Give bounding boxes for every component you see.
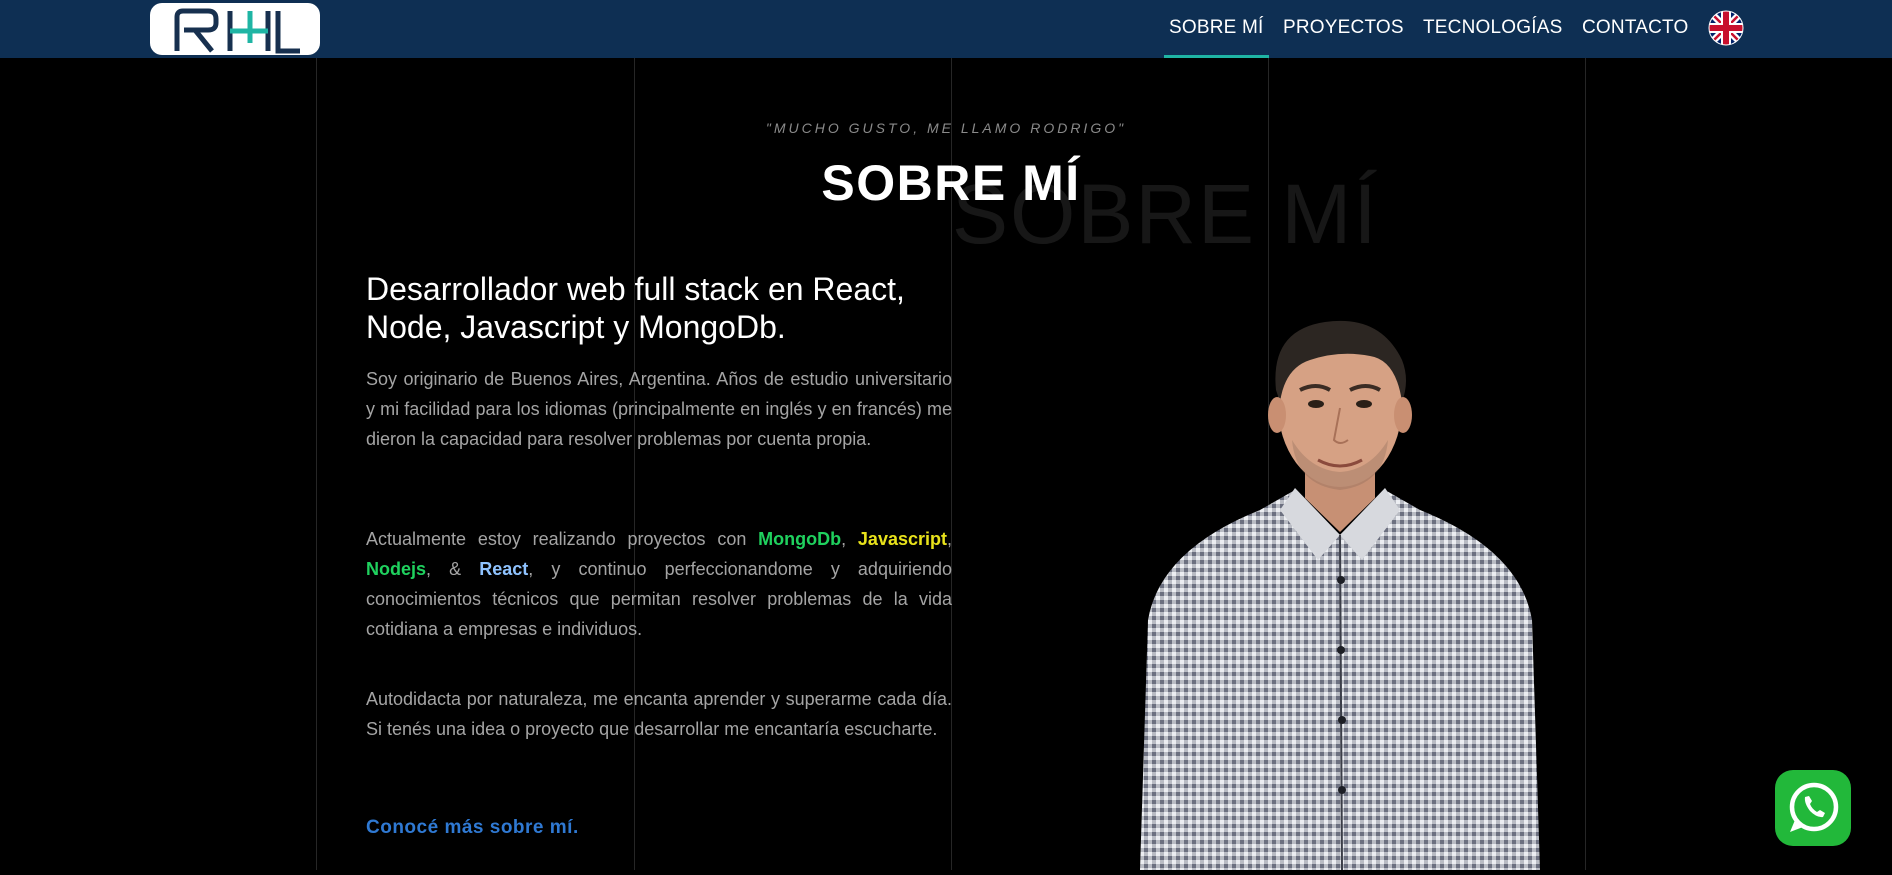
keyword-react: React (479, 559, 529, 579)
text-span: , (841, 529, 858, 549)
profile-photo (1120, 320, 1560, 871)
keyword-javascript: Javascript (857, 529, 947, 549)
nav-proyectos[interactable]: PROYECTOS (1283, 0, 1404, 58)
rhl-logo-icon (174, 8, 300, 54)
about-paragraph-3: Autodidacta por naturaleza, me encanta a… (366, 689, 952, 739)
text-span: , & (426, 559, 480, 579)
nav-sobre-mi[interactable]: SOBRE MÍ (1164, 0, 1269, 58)
keyword-nodejs: Nodejs (366, 559, 427, 579)
nav-tecnologias[interactable]: TECNOLOGÍAS (1423, 0, 1562, 58)
more-about-link[interactable]: Conocé más sobre mí. (366, 817, 952, 839)
intro-quote: "MUCHO GUSTO, ME LLAMO RODRIGO" (765, 120, 1127, 136)
navbar: SOBRE MÍ PROYECTOS TECNOLOGÍAS CONTACTO (0, 0, 1892, 58)
keyword-mongodb: MongoDb (758, 529, 842, 549)
headline: Desarrollador web full stack en React, N… (366, 271, 905, 345)
page-title: SOBRE MÍ (821, 155, 1081, 211)
about-paragraph-2: Actualmente estoy realizando proyectos c… (366, 524, 952, 644)
text-span: Actualmente estoy realizando proyectos c… (366, 529, 759, 549)
logo[interactable] (150, 3, 320, 55)
text-span: , (946, 529, 952, 549)
nav-contacto[interactable]: CONTACTO (1582, 0, 1688, 58)
uk-flag-icon[interactable] (1708, 10, 1744, 46)
about-paragraph-1: Soy originario de Buenos Aires, Argentin… (366, 369, 952, 449)
whatsapp-button[interactable] (1775, 770, 1851, 846)
whatsapp-icon (1789, 782, 1839, 832)
